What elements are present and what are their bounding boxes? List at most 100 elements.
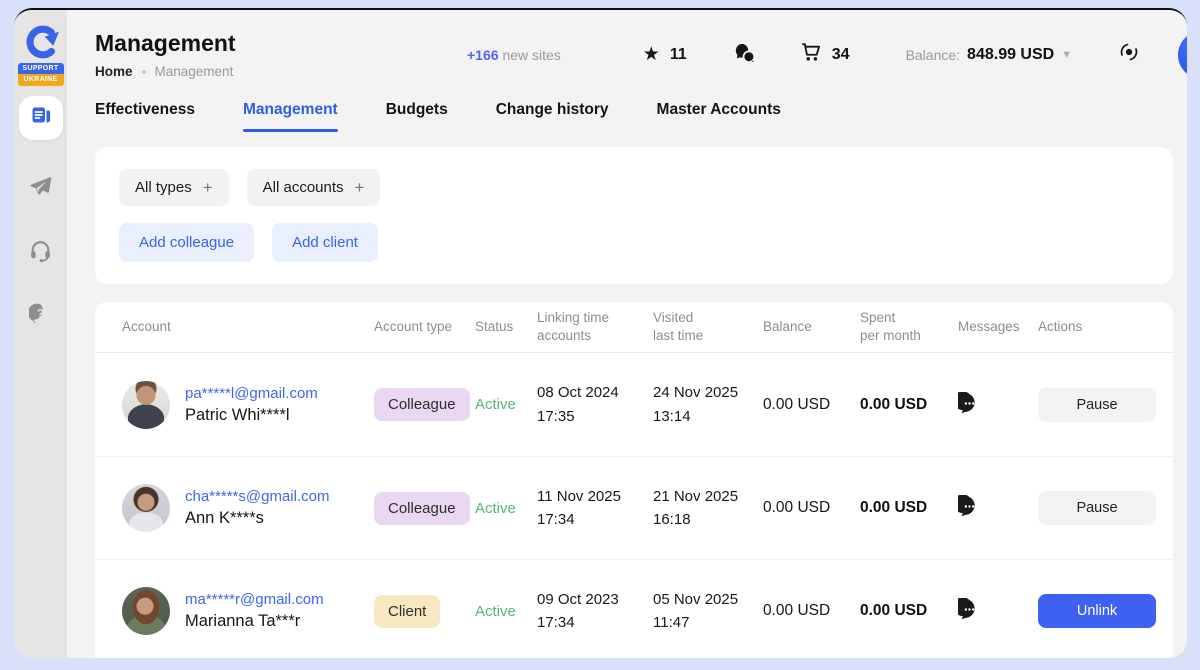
account-email-link[interactable]: cha*****s@gmail.com — [185, 488, 329, 505]
sidebar-item-reports-active[interactable] — [19, 96, 63, 140]
tab-management[interactable]: Management — [243, 101, 338, 123]
linking-time-cell: 08 Oct 2024 17:35 — [537, 381, 653, 428]
account-email-link[interactable]: ma*****r@gmail.com — [185, 591, 324, 608]
news-icon — [29, 103, 53, 132]
visited-time-cell: 21 Nov 2025 16:18 — [653, 485, 763, 532]
breadcrumb-separator — [142, 70, 146, 74]
account-type-badge: Colleague — [374, 388, 470, 421]
balance-cell: 0.00 USD — [763, 396, 860, 414]
column-header: Actions — [1038, 318, 1155, 336]
message-bubble-icon — [958, 392, 981, 418]
visited-date: 21 Nov 2025 — [653, 485, 763, 508]
account-avatar[interactable] — [1178, 31, 1187, 79]
chat-button[interactable] — [733, 41, 756, 69]
column-header: Visited last time — [653, 309, 763, 345]
breadcrumb: Home Management — [95, 64, 467, 79]
visited-time-cell: 05 Nov 2025 11:47 — [653, 588, 763, 635]
account-name: Marianna Ta***r — [185, 612, 324, 631]
linking-date: 11 Nov 2025 — [537, 485, 653, 508]
spent-cell: 0.00 USD — [860, 499, 958, 517]
action-button[interactable]: Unlink — [1038, 594, 1156, 628]
column-header: Spent per month — [860, 309, 958, 345]
send-icon — [28, 174, 53, 204]
user-avatar — [122, 381, 170, 429]
table-row: ma*****r@gmail.com Marianna Ta***r Clien… — [95, 559, 1173, 658]
svg-text:?: ? — [37, 308, 44, 320]
user-avatar — [122, 587, 170, 635]
message-bubble-icon — [958, 495, 981, 521]
visited-time: 16:18 — [653, 508, 763, 531]
brand-logo-icon[interactable] — [22, 24, 60, 60]
linking-date: 09 Oct 2023 — [537, 588, 653, 611]
new-sites-indicator[interactable]: +166 new sites — [467, 47, 561, 63]
account-name: Patric Whi****l — [185, 406, 318, 425]
broadcast-icon — [1118, 41, 1140, 68]
page-title: Management — [95, 30, 467, 57]
action-button[interactable]: Pause — [1038, 388, 1156, 422]
all-accounts-filter[interactable]: All accounts + — [247, 169, 381, 206]
tab-change-history[interactable]: Change history — [496, 101, 609, 123]
sidebar-item-support[interactable] — [28, 238, 53, 268]
page-header: Management Home Management +166 new site… — [95, 30, 1173, 79]
app-window: SUPPORT UKRAINE — [14, 8, 1187, 658]
notifications-button[interactable] — [1118, 41, 1140, 68]
star-icon: ★ — [643, 45, 660, 64]
breadcrumb-current: Management — [155, 64, 234, 79]
favorites-counter[interactable]: ★ 11 — [643, 45, 687, 64]
table-header-row: AccountAccount typeStatusLinking time ac… — [95, 302, 1173, 353]
visited-time: 13:14 — [653, 405, 763, 428]
balance-cell: 0.00 USD — [763, 499, 860, 517]
plus-icon: + — [203, 179, 213, 196]
table-row: pa*****l@gmail.com Patric Whi****l Colle… — [95, 353, 1173, 456]
account-name: Ann K****s — [185, 509, 329, 528]
message-bubble-icon — [958, 598, 981, 624]
linking-time: 17:34 — [537, 611, 653, 634]
column-header: Messages — [958, 318, 1038, 336]
breadcrumb-home[interactable]: Home — [95, 64, 133, 79]
spent-cell: 0.00 USD — [860, 602, 958, 620]
column-header: Account — [122, 318, 374, 336]
status-text: Active — [475, 396, 537, 413]
tab-bar: Effectiveness Management Budgets Change his… — [95, 101, 1173, 123]
sidebar-item-help[interactable]: ? — [29, 302, 52, 330]
all-types-filter[interactable]: All types + — [119, 169, 229, 206]
linking-time-cell: 09 Oct 2023 17:34 — [537, 588, 653, 635]
balance-cell: 0.00 USD — [763, 602, 860, 620]
column-header: Linking time accounts — [537, 309, 653, 345]
message-button[interactable] — [958, 598, 981, 624]
status-text: Active — [475, 500, 537, 517]
help-icon: ? — [29, 302, 52, 330]
main-area: Management Home Management +166 new site… — [67, 10, 1187, 658]
action-button[interactable]: Pause — [1038, 491, 1156, 525]
headset-icon — [28, 238, 53, 268]
tab-effectiveness[interactable]: Effectiveness — [95, 101, 195, 123]
add-colleague-button[interactable]: Add colleague — [119, 223, 254, 262]
spent-cell: 0.00 USD — [860, 396, 958, 414]
message-button[interactable] — [958, 392, 981, 418]
account-type-badge: Client — [374, 595, 440, 628]
add-client-button[interactable]: Add client — [272, 223, 378, 262]
table-row: cha*****s@gmail.com Ann K****s Colleague… — [95, 456, 1173, 559]
cart-counter[interactable]: 34 — [800, 41, 850, 68]
visited-date: 24 Nov 2025 — [653, 381, 763, 404]
visited-date: 05 Nov 2025 — [653, 588, 763, 611]
tab-budgets[interactable]: Budgets — [386, 101, 448, 123]
visited-time: 11:47 — [653, 611, 763, 634]
accounts-table: AccountAccount typeStatusLinking time ac… — [95, 302, 1173, 658]
tab-master-accounts[interactable]: Master Accounts — [657, 101, 781, 123]
linking-time: 17:34 — [537, 508, 653, 531]
user-avatar — [122, 484, 170, 532]
sidebar-item-telegram[interactable] — [28, 174, 53, 204]
all-types-label: All types — [135, 179, 192, 196]
chevron-down-icon: ▼ — [1061, 49, 1072, 61]
column-header: Status — [475, 318, 537, 336]
balance-selector[interactable]: Balance: 848.99 USD ▼ — [906, 46, 1073, 64]
support-ukraine-badge: SUPPORT UKRAINE — [18, 63, 64, 86]
account-email-link[interactable]: pa*****l@gmail.com — [185, 385, 318, 402]
visited-time-cell: 24 Nov 2025 13:14 — [653, 381, 763, 428]
linking-date: 08 Oct 2024 — [537, 381, 653, 404]
sidebar: SUPPORT UKRAINE — [14, 10, 67, 658]
message-button[interactable] — [958, 495, 981, 521]
linking-time-cell: 11 Nov 2025 17:34 — [537, 485, 653, 532]
all-accounts-label: All accounts — [263, 179, 344, 196]
